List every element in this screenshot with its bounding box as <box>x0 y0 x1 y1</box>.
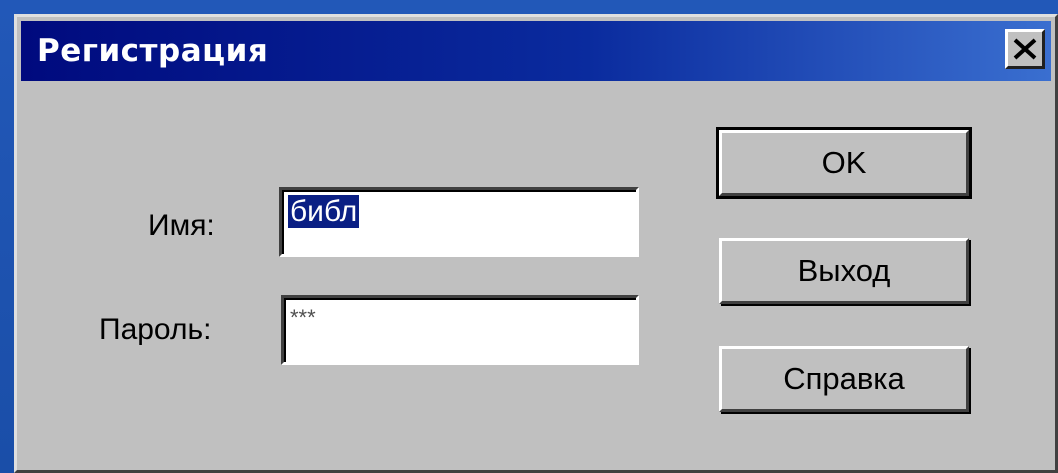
password-field[interactable]: *** <box>281 295 639 365</box>
title-bar[interactable]: Регистрация <box>21 21 1051 81</box>
password-label: Пароль: <box>99 313 212 346</box>
ok-button[interactable]: OK <box>716 127 972 199</box>
help-button[interactable]: Справка <box>719 346 969 412</box>
close-icon <box>1013 38 1037 60</box>
username-label: Имя: <box>148 209 215 242</box>
username-field[interactable]: библ <box>279 187 639 257</box>
ok-button-label: OK <box>821 145 867 180</box>
close-button[interactable] <box>1005 29 1045 69</box>
help-button-label: Справка <box>783 361 905 396</box>
window-title: Регистрация <box>37 33 269 69</box>
username-value: библ <box>288 195 360 228</box>
password-value: *** <box>290 305 316 330</box>
exit-button[interactable]: Выход <box>719 238 969 304</box>
exit-button-label: Выход <box>797 253 891 288</box>
login-dialog: Регистрация Имя: библ Пароль: *** OK Вых… <box>14 14 1058 473</box>
